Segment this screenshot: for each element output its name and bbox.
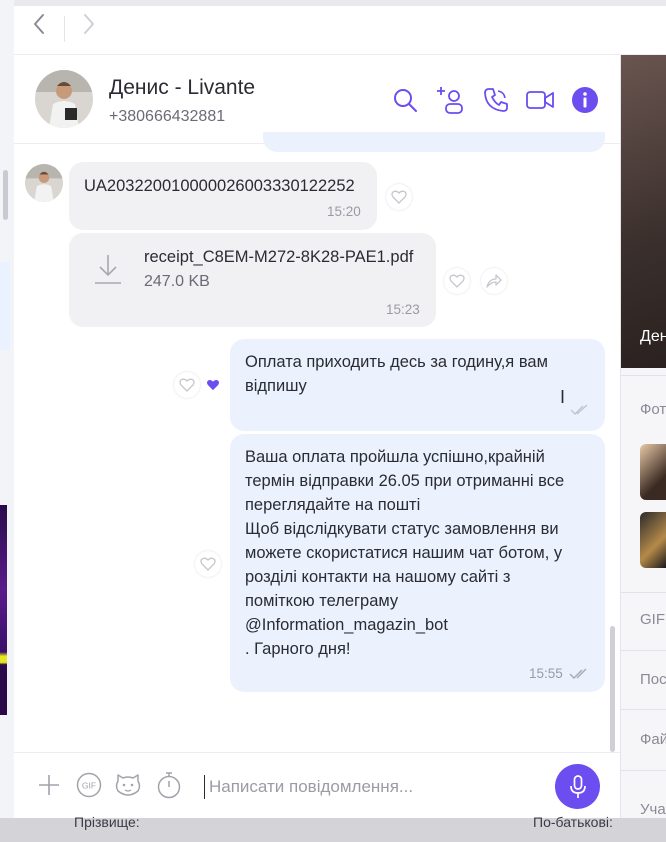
message-line: термін відправки 26.05 при отриманні все: [245, 472, 565, 490]
file-name: receipt_C8EM-M272-8K28-PAE1.pdf: [144, 248, 414, 266]
timer-icon: [157, 772, 181, 799]
message-line: можете скористатися нашим чат ботом, у: [245, 544, 563, 562]
contact-avatar[interactable]: [35, 70, 93, 128]
status-sending-icon: [570, 403, 588, 421]
info-icon: [572, 87, 598, 113]
plus-icon: [39, 775, 59, 795]
text-caret: [204, 775, 205, 799]
background-scrollbar: [3, 170, 8, 220]
heart-filled-icon: [207, 380, 219, 391]
surname-label: Прізвище:: [74, 814, 140, 830]
panel-section-members[interactable]: Уча: [640, 801, 666, 818]
message-text: Оплата приходить десь за годину,я вам ві…: [245, 353, 548, 395]
message-line: поміткою телеграму: [245, 592, 399, 610]
message-time: 15:23: [386, 302, 420, 317]
heart-icon: [200, 557, 216, 571]
add-user-icon: [437, 87, 463, 114]
message-bubble-out: [263, 132, 605, 152]
panel-section-links[interactable]: Пос: [640, 671, 666, 688]
message-bubble-out[interactable]: Ваша оплата пройшла успішно,крайній терм…: [230, 434, 605, 692]
message-line: переглядайте на пошті: [245, 496, 421, 514]
panel-section-photos[interactable]: Фот: [640, 401, 666, 418]
message-bubble-out[interactable]: Оплата приходить десь за годину,я вам ві…: [230, 339, 605, 431]
panel-section-gif[interactable]: GIF: [640, 611, 665, 628]
text-cursor-icon: I: [560, 387, 566, 407]
message-text: Ваша оплата пройшла успішно,крайній терм…: [245, 445, 595, 661]
search-button[interactable]: [389, 84, 421, 116]
message-time: 15:55: [529, 666, 563, 681]
background-app: [0, 0, 14, 842]
message-time: 15:20: [327, 204, 361, 219]
heart-icon: [179, 378, 195, 392]
message-text: UA203220010000026003330122252: [84, 177, 355, 195]
panel-divider: [621, 650, 666, 651]
message-line: розділі контакти на нашому сайті з: [245, 568, 511, 586]
timer-button[interactable]: [155, 771, 183, 799]
forward-button[interactable]: [76, 10, 102, 38]
message-input[interactable]: Написати повідомлення...: [209, 777, 413, 797]
background-image: [0, 505, 7, 715]
forward-button[interactable]: [481, 268, 507, 294]
nav-separator: [64, 16, 65, 42]
patronymic-label: По-батькові:: [533, 814, 613, 830]
like-button[interactable]: [386, 184, 412, 210]
contact-name: Денис - Livante: [109, 76, 256, 99]
add-participant-button[interactable]: [435, 84, 467, 116]
like-button[interactable]: [444, 268, 470, 294]
call-button[interactable]: [480, 84, 512, 116]
message-bubble-file[interactable]: receipt_C8EM-M272-8K28-PAE1.pdf 247.0 KB…: [69, 233, 436, 327]
svg-text:GIF: GIF: [82, 781, 96, 791]
download-icon: [95, 255, 121, 284]
bot-mention-link[interactable]: @Information_magazin_bot: [245, 613, 595, 637]
back-button[interactable]: [26, 10, 52, 38]
media-thumbnail[interactable]: [640, 512, 666, 568]
double-check-icon: [569, 667, 589, 685]
panel-divider: [621, 375, 666, 376]
heart-icon: [449, 274, 465, 288]
reaction-heart[interactable]: [206, 378, 220, 396]
heart-icon: [391, 190, 407, 204]
panel-divider: [621, 592, 666, 593]
download-button[interactable]: [93, 253, 123, 290]
like-button[interactable]: [195, 551, 221, 577]
sender-avatar[interactable]: [25, 164, 63, 202]
sticker-button[interactable]: [114, 771, 142, 799]
share-icon: [486, 274, 502, 288]
video-call-icon: [526, 91, 554, 109]
gif-button[interactable]: GIF: [75, 771, 103, 799]
search-icon: [394, 89, 417, 112]
file-size: 247.0 KB: [144, 273, 210, 290]
message-line: Ваша оплата пройшла успішно,крайній: [245, 448, 545, 466]
background-panel: [0, 262, 10, 350]
gif-icon: GIF: [76, 772, 102, 798]
panel-divider: [621, 770, 666, 771]
message-line: Щоб відслідкувати статус замовлення ви: [245, 520, 559, 538]
like-button[interactable]: [174, 372, 200, 398]
message-scrollbar[interactable]: [610, 626, 615, 752]
call-icon: [484, 88, 508, 112]
panel-section-files[interactable]: Фай: [640, 731, 666, 748]
attach-button[interactable]: [35, 771, 63, 799]
media-thumbnail[interactable]: [640, 444, 666, 500]
chevron-left-icon: [34, 14, 44, 34]
video-call-button[interactable]: [524, 84, 556, 116]
window-toolbar: [14, 6, 666, 55]
voice-message-button[interactable]: [555, 764, 600, 809]
info-button[interactable]: [569, 84, 601, 116]
contact-photo-caption: Ден: [640, 328, 666, 345]
contact-photo[interactable]: [621, 55, 666, 368]
message-bubble-in[interactable]: UA203220010000026003330122252 15:20: [69, 162, 377, 230]
chevron-right-icon: [84, 14, 94, 34]
sticker-bear-icon: [115, 774, 141, 796]
panel-divider: [621, 709, 666, 710]
microphone-icon: [569, 774, 586, 798]
message-line: . Гарного дня!: [245, 640, 351, 658]
contact-phone: +380666432881: [109, 108, 226, 125]
